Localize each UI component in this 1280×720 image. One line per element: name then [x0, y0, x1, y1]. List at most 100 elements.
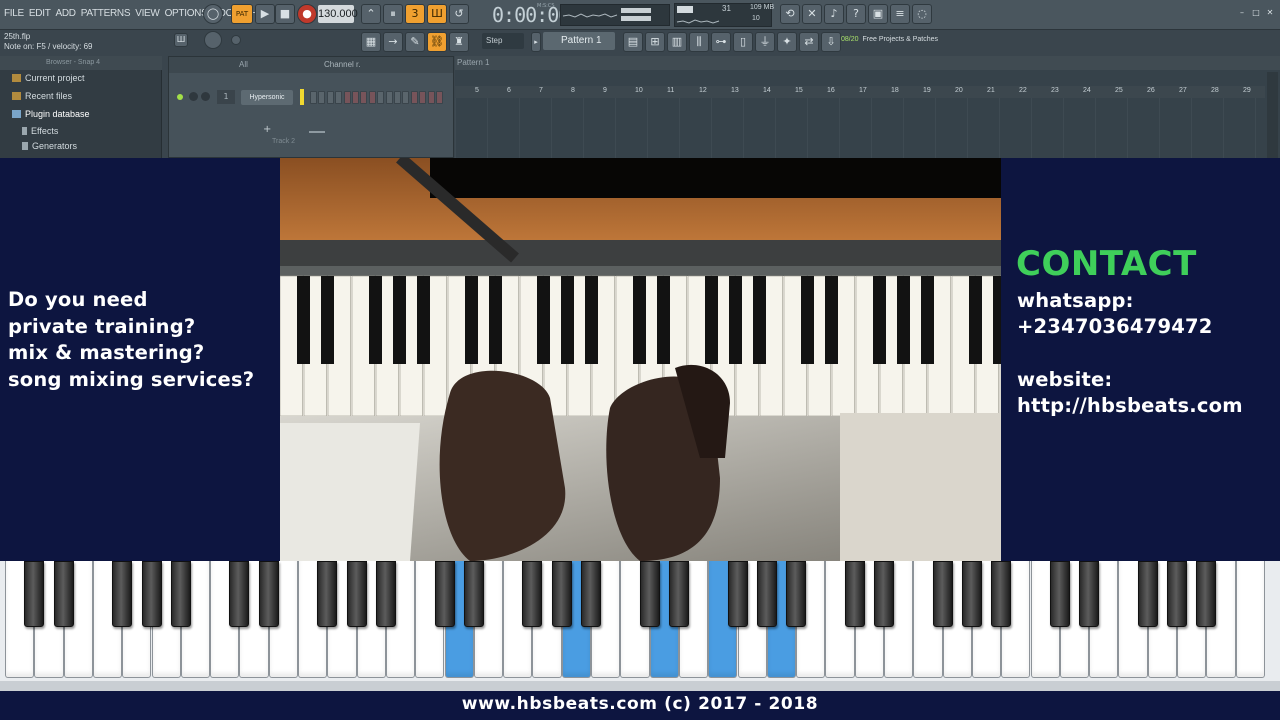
master-volume-knob-icon[interactable]: ◯: [203, 4, 223, 24]
black-key[interactable]: [727, 561, 748, 627]
download-icon[interactable]: ⇩: [821, 32, 841, 52]
browser-item-recent-files[interactable]: Recent files: [12, 91, 72, 101]
website-link[interactable]: http://hbsbeats.com: [1017, 394, 1243, 417]
black-key[interactable]: [844, 561, 865, 627]
black-key[interactable]: [991, 561, 1012, 627]
black-key[interactable]: [375, 561, 396, 627]
stamp-icon[interactable]: ♜: [449, 32, 469, 52]
help-icon[interactable]: ?: [846, 4, 866, 24]
black-key[interactable]: [1137, 561, 1158, 627]
step-button[interactable]: [410, 91, 418, 104]
step-button[interactable]: [360, 91, 368, 104]
mixer-view-icon[interactable]: ⊞: [645, 32, 665, 52]
step-button[interactable]: [368, 91, 376, 104]
pan-knob-icon[interactable]: [189, 92, 198, 101]
pattern-selector[interactable]: Pattern 1: [543, 32, 615, 50]
rack-scrollbar[interactable]: [309, 131, 325, 133]
black-key[interactable]: [1196, 561, 1217, 627]
menu-options[interactable]: OPTIONS: [165, 8, 208, 19]
step-button[interactable]: [335, 91, 343, 104]
playlist-grid[interactable]: [455, 98, 1265, 158]
menu-view[interactable]: VIEW: [135, 8, 160, 19]
black-key[interactable]: [1079, 561, 1100, 627]
whatsapp-number[interactable]: +2347036479472: [1017, 315, 1213, 338]
link-icon[interactable]: ⛓: [427, 32, 447, 52]
browser-item-effects[interactable]: Effects: [22, 126, 58, 136]
step-button[interactable]: [326, 91, 334, 104]
black-key[interactable]: [317, 561, 338, 627]
black-key[interactable]: [874, 561, 894, 627]
metronome-icon[interactable]: ⌃: [361, 4, 381, 24]
countdown-icon[interactable]: 3: [405, 4, 425, 24]
stop-button[interactable]: ■: [275, 4, 295, 24]
black-key[interactable]: [463, 561, 484, 627]
record-button[interactable]: ●: [297, 4, 317, 24]
master-pitch-knob-icon[interactable]: [204, 31, 222, 49]
step-button[interactable]: [377, 91, 385, 104]
save-icon[interactable]: ▣: [868, 4, 888, 24]
browser-item-generators[interactable]: Generators: [22, 141, 77, 151]
black-key[interactable]: [258, 561, 279, 627]
step-button[interactable]: [427, 91, 435, 104]
black-key[interactable]: [932, 561, 953, 627]
step-button[interactable]: [343, 91, 351, 104]
faders-icon[interactable]: ⫼: [689, 32, 709, 52]
draw-tool-icon[interactable]: ✎: [405, 32, 425, 52]
channel-number[interactable]: 1: [217, 90, 235, 104]
pattern-song-toggle[interactable]: PAT: [231, 4, 253, 24]
black-key[interactable]: [346, 561, 367, 627]
time-display[interactable]: 0:00:00: [492, 3, 570, 27]
blend-notes-icon[interactable]: Ш: [427, 4, 447, 24]
channel-mute-led[interactable]: [177, 94, 183, 100]
step-button[interactable]: [318, 91, 326, 104]
minimize-icon[interactable]: –: [1236, 8, 1248, 20]
black-key[interactable]: [581, 561, 601, 627]
black-key[interactable]: [1049, 561, 1070, 627]
black-key[interactable]: [756, 561, 777, 627]
black-key[interactable]: [170, 561, 191, 627]
timeline-ruler[interactable]: 5 6 7 8 9 10 11 12 13 14 15 16 17 18 19 20 21 22 23 24 25 26 2…: [455, 86, 1265, 98]
black-key[interactable]: [786, 561, 807, 627]
arrow-right-icon[interactable]: →: [383, 32, 403, 52]
black-key[interactable]: [141, 561, 162, 627]
channel-select-led[interactable]: [300, 89, 304, 105]
piano-view-icon[interactable]: ▥: [667, 32, 687, 52]
microphone-icon[interactable]: ♪: [824, 4, 844, 24]
step-button[interactable]: [402, 91, 410, 104]
plugin-icon[interactable]: ⏚: [755, 32, 775, 52]
tree-icon[interactable]: ⊶: [711, 32, 731, 52]
step-button[interactable]: [419, 91, 427, 104]
black-key[interactable]: [551, 561, 572, 627]
playlist-scrollbar[interactable]: [1267, 72, 1278, 158]
black-key[interactable]: [229, 561, 250, 627]
loop-record-icon[interactable]: ↺: [449, 4, 469, 24]
menu-file[interactable]: FILE: [4, 8, 24, 19]
channel-rack-icon[interactable]: ▤: [623, 32, 643, 52]
menu-patterns[interactable]: PATTERNS: [81, 8, 131, 19]
playlist-icon[interactable]: ▦: [361, 32, 381, 52]
clipboard-icon[interactable]: ▯: [733, 32, 753, 52]
close-icon[interactable]: ✕: [1264, 8, 1276, 20]
black-key[interactable]: [668, 561, 689, 627]
snap-selector[interactable]: Step: [482, 33, 524, 49]
step-button[interactable]: [436, 91, 443, 104]
black-key[interactable]: [1167, 561, 1187, 627]
white-key[interactable]: [1235, 561, 1265, 678]
mixer-link-icon[interactable]: ✕: [802, 4, 822, 24]
black-key[interactable]: [53, 561, 74, 627]
black-key[interactable]: [522, 561, 543, 627]
step-button[interactable]: [310, 91, 317, 104]
black-key[interactable]: [24, 561, 45, 627]
news-ticker[interactable]: 08/20 Free Projects & Patches: [841, 36, 938, 43]
black-key[interactable]: [434, 561, 455, 627]
channel-name-button[interactable]: Hypersonic: [241, 90, 293, 105]
black-key[interactable]: [961, 561, 982, 627]
channel-filter[interactable]: All: [239, 57, 248, 73]
pattern-prev-icon[interactable]: ▸: [531, 32, 541, 52]
maximize-icon[interactable]: □: [1250, 8, 1262, 20]
tempo-display[interactable]: 130.000: [318, 5, 358, 23]
browser-item-current-project[interactable]: Current project: [12, 73, 85, 83]
add-channel-icon[interactable]: +: [263, 124, 271, 135]
step-button[interactable]: [385, 91, 393, 104]
undo-icon[interactable]: ⟲: [780, 4, 800, 24]
